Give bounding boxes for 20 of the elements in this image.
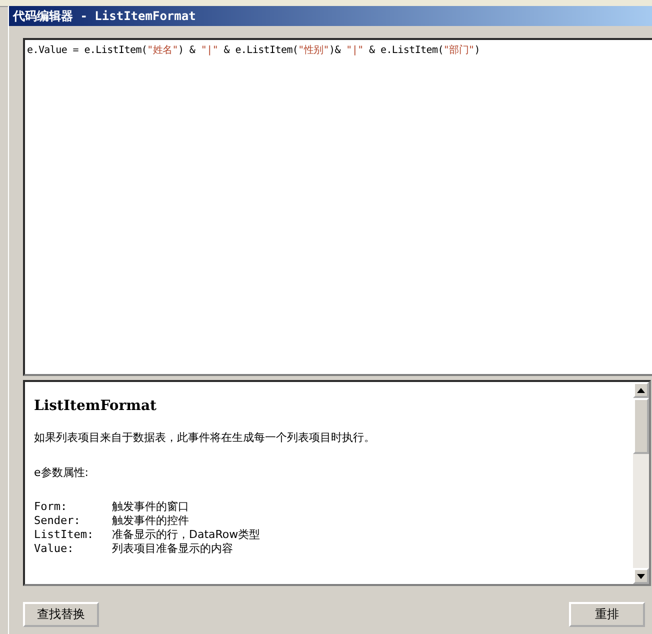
dialog-button[interactable]: 查找替换 — [23, 602, 99, 627]
help-title: ListItemFormat — [34, 398, 158, 414]
param-name: Form: — [34, 500, 68, 514]
params-heading: e参数属性: — [34, 465, 90, 480]
param-name: Sender: — [34, 514, 82, 528]
scroll-thumb[interactable] — [633, 398, 649, 454]
param-name: ListItem: — [34, 528, 95, 542]
scroll-down-icon[interactable] — [633, 568, 649, 584]
code-line: e.Value = e.ListItem("姓名") & "|" & e.ListItem("性别")& "|" & e.ListItem("部门") — [27, 44, 481, 57]
param-description: 列表项目准备显示的内容 — [112, 542, 233, 556]
scrollbar[interactable] — [633, 382, 649, 584]
window-title: 代码编辑器 - ListItemFormat — [13, 8, 196, 24]
dialog-button[interactable]: 重排 — [569, 602, 645, 627]
param-description: 准备显示的行，DataRow类型 — [112, 528, 260, 542]
help-description: 如果列表项目来自于数据表，此事件将在生成每一个列表项目时执行。 — [34, 430, 376, 445]
param-name: Value: — [34, 542, 75, 556]
code-editor[interactable]: e.Value = e.ListItem("姓名") & "|" & e.ListItem("性别")& "|" & e.ListItem("部门") — [23, 38, 652, 376]
param-description: 触发事件的控件 — [112, 514, 189, 528]
param-description: 触发事件的窗口 — [112, 500, 189, 514]
scroll-up-icon[interactable] — [633, 382, 649, 398]
